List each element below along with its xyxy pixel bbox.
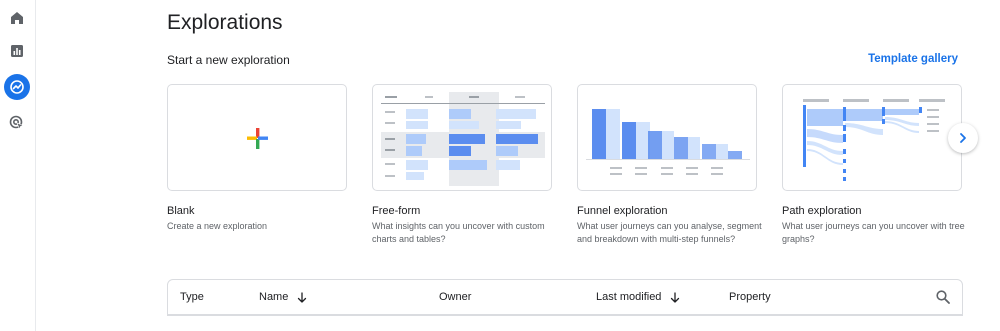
arrow-down-icon [671, 291, 680, 303]
carousel-next-button[interactable] [948, 123, 978, 153]
column-last-modified[interactable]: Last modified [596, 291, 680, 303]
funnel-exploration-card[interactable] [577, 84, 757, 191]
nav-reports[interactable] [4, 38, 30, 64]
explorations-table-header: Type Name Owner Last modified Property [167, 279, 963, 316]
funnel-card-title: Funnel exploration [577, 205, 668, 217]
path-card-title: Path exploration [782, 205, 862, 217]
free-form-thumbnail [381, 92, 545, 186]
column-property[interactable]: Property [729, 291, 771, 303]
explore-icon [10, 80, 24, 94]
chevron-right-icon [960, 133, 966, 143]
template-gallery-link[interactable]: Template gallery [868, 53, 958, 65]
path-card-description: What user journeys can you uncover with … [782, 221, 965, 244]
bar-chart-icon [11, 45, 23, 57]
nav-advertising[interactable] [4, 110, 30, 136]
search-icon [936, 290, 950, 304]
column-type[interactable]: Type [180, 291, 204, 303]
free-form-card-description: What insights can you uncover with custo… [372, 221, 545, 244]
column-last-modified-label: Last modified [596, 291, 662, 303]
blank-card-title: Blank [167, 205, 195, 217]
blank-card-description: Create a new exploration [167, 221, 268, 231]
arrow-down-icon [298, 291, 307, 303]
free-form-card[interactable] [372, 84, 552, 191]
nav-home[interactable] [4, 5, 30, 31]
funnel-card-description: What user journeys can you analyse, segm… [577, 221, 762, 244]
column-type-label: Type [180, 291, 204, 303]
column-property-label: Property [729, 291, 771, 303]
nav-explore[interactable] [4, 74, 30, 100]
table-search-button[interactable] [936, 290, 950, 304]
column-name[interactable]: Name [259, 291, 307, 303]
target-cursor-icon [9, 115, 24, 130]
free-form-card-title: Free-form [372, 205, 421, 217]
home-icon [11, 12, 23, 24]
page-title: Explorations [167, 11, 283, 34]
path-exploration-card[interactable] [782, 84, 962, 191]
column-owner[interactable]: Owner [439, 291, 471, 303]
column-name-label: Name [259, 291, 289, 303]
column-owner-label: Owner [439, 291, 472, 303]
left-nav-rail [0, 0, 36, 331]
path-thumbnail [803, 99, 945, 181]
blank-exploration-card[interactable] [167, 84, 347, 191]
plus-icon [247, 128, 268, 149]
section-subtitle: Start a new exploration [167, 53, 290, 67]
funnel-thumbnail [586, 109, 750, 175]
